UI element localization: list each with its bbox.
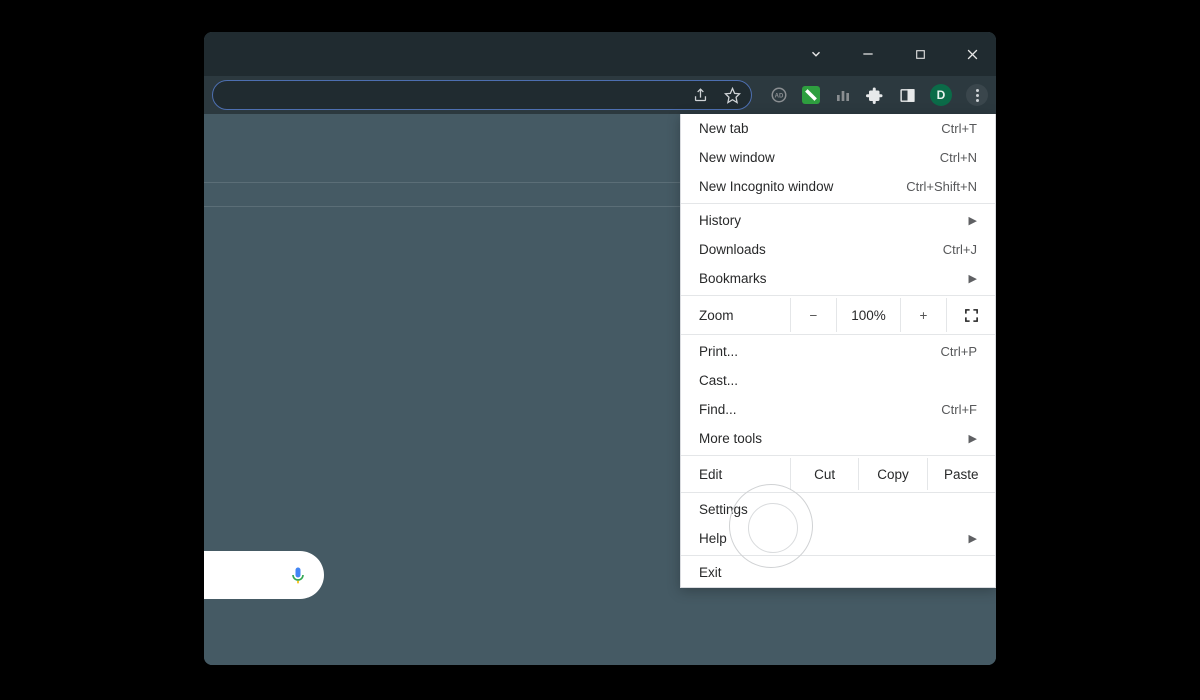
menu-shortcut: Ctrl+J [943, 242, 977, 257]
menu-item-new-window[interactable]: New window Ctrl+N [681, 143, 995, 172]
browser-toolbar: AD D [204, 76, 996, 114]
menu-shortcut: Ctrl+T [941, 121, 977, 136]
share-icon[interactable] [691, 86, 709, 104]
close-button[interactable] [964, 46, 980, 62]
menu-separator [681, 295, 995, 296]
menu-item-new-tab[interactable]: New tab Ctrl+T [681, 114, 995, 143]
menu-label: Bookmarks [699, 271, 767, 286]
menu-label: History [699, 213, 741, 228]
main-menu: New tab Ctrl+T New window Ctrl+N New Inc… [680, 114, 996, 588]
menu-item-bookmarks[interactable]: Bookmarks ▶ [681, 264, 995, 293]
menu-item-print[interactable]: Print... Ctrl+P [681, 337, 995, 366]
maximize-button[interactable] [912, 46, 928, 62]
window-titlebar [204, 32, 996, 76]
zoom-out-button[interactable]: − [791, 298, 837, 332]
menu-item-settings[interactable]: Settings [681, 495, 995, 524]
zoom-in-button[interactable]: + [901, 298, 947, 332]
chevron-right-icon: ▶ [961, 272, 977, 285]
edit-label: Edit [681, 458, 791, 490]
menu-label: Find... [699, 402, 737, 417]
menu-separator [681, 492, 995, 493]
menu-item-help[interactable]: Help ▶ [681, 524, 995, 553]
copy-button[interactable]: Copy [859, 458, 927, 490]
profile-avatar[interactable]: D [930, 84, 952, 106]
menu-label: New window [699, 150, 775, 165]
menu-item-more-tools[interactable]: More tools ▶ [681, 424, 995, 453]
browser-window: AD D New tab Ctrl+ [204, 32, 996, 665]
fullscreen-button[interactable] [947, 298, 995, 332]
minus-icon: − [810, 308, 818, 323]
menu-shortcut: Ctrl+P [941, 344, 977, 359]
microphone-icon [288, 563, 308, 587]
chevron-right-icon: ▶ [961, 432, 977, 445]
extensions-puzzle-icon[interactable] [866, 86, 884, 104]
profile-letter: D [937, 88, 946, 102]
voice-search-pill[interactable] [204, 551, 324, 599]
menu-item-find[interactable]: Find... Ctrl+F [681, 395, 995, 424]
menu-separator [681, 203, 995, 204]
adblock-extension-icon[interactable]: AD [770, 86, 788, 104]
menu-separator [681, 334, 995, 335]
menu-shortcut: Ctrl+F [941, 402, 977, 417]
menu-shortcut: Ctrl+N [940, 150, 977, 165]
bookmark-star-icon[interactable] [723, 86, 741, 104]
menu-label: Help [699, 531, 727, 546]
menu-shortcut: Ctrl+Shift+N [906, 179, 977, 194]
chart-extension-icon[interactable] [834, 86, 852, 104]
zoom-value: 100% [837, 298, 901, 332]
cut-button[interactable]: Cut [791, 458, 859, 490]
paste-button[interactable]: Paste [928, 458, 995, 490]
chevron-right-icon: ▶ [961, 532, 977, 545]
menu-item-downloads[interactable]: Downloads Ctrl+J [681, 235, 995, 264]
menu-separator [681, 455, 995, 456]
chevron-right-icon: ▶ [961, 214, 977, 227]
menu-label: New tab [699, 121, 749, 136]
menu-label: Cast... [699, 373, 738, 388]
green-extension-icon[interactable] [802, 86, 820, 104]
menu-item-history[interactable]: History ▶ [681, 206, 995, 235]
menu-label: More tools [699, 431, 762, 446]
menu-label: Settings [699, 502, 748, 517]
plus-icon: + [920, 308, 928, 323]
menu-label: Downloads [699, 242, 766, 257]
menu-label: New Incognito window [699, 179, 833, 194]
svg-text:AD: AD [775, 93, 784, 99]
menu-label: Print... [699, 344, 738, 359]
zoom-label: Zoom [681, 298, 791, 332]
main-menu-button[interactable] [966, 84, 988, 106]
menu-item-exit[interactable]: Exit [681, 558, 995, 587]
side-panel-icon[interactable] [898, 86, 916, 104]
extensions-row: AD D [766, 84, 988, 106]
menu-item-cast[interactable]: Cast... [681, 366, 995, 395]
menu-edit-row: Edit Cut Copy Paste [681, 458, 995, 490]
menu-item-incognito[interactable]: New Incognito window Ctrl+Shift+N [681, 172, 995, 201]
menu-zoom-row: Zoom − 100% + [681, 298, 995, 332]
address-bar[interactable] [212, 80, 752, 110]
fullscreen-icon [964, 308, 979, 323]
menu-separator [681, 555, 995, 556]
menu-label: Exit [699, 565, 722, 580]
tab-dropdown-icon[interactable] [808, 46, 824, 62]
minimize-button[interactable] [860, 46, 876, 62]
